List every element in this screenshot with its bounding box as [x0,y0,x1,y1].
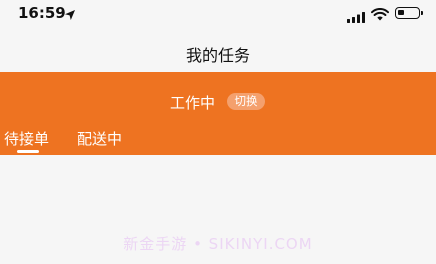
tab-delivering[interactable]: 配送中 [77,128,122,149]
status-bar: 16:59 [0,0,436,30]
wifi-icon [371,6,389,25]
status-time: 16:59 [18,4,66,22]
work-status-text: 工作中 [170,94,216,112]
work-status-bar: 工作中 切换 待接单 配送中 [0,72,436,155]
page-title: 我的任务 [185,46,250,65]
active-tab-indicator [17,150,39,153]
watermark: 新金手游 • SIKINYI.COM [123,235,313,253]
signal-icon [347,8,365,27]
tab-pending[interactable]: 待接单 [4,128,49,149]
switch-button[interactable]: 切换 [227,93,265,110]
task-list-area: 新金手游 • SIKINYI.COM [0,155,436,264]
location-arrow-icon [64,6,76,25]
battery-icon [395,7,423,19]
battery-level [398,10,404,15]
